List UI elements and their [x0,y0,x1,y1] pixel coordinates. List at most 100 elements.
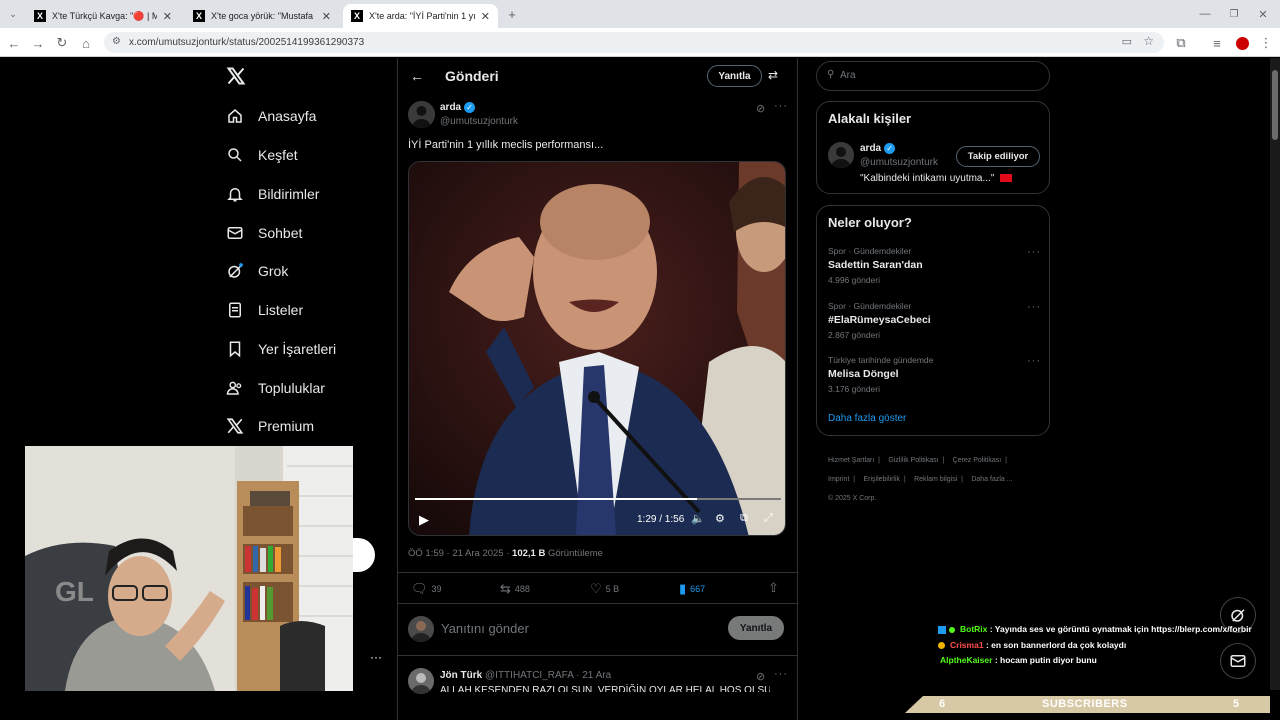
footer-link[interactable]: Imprint [828,476,849,483]
menu-icon[interactable]: ⋮ [1257,34,1275,52]
following-button[interactable]: Takip ediliyor [956,146,1040,167]
reply-time[interactable]: 21 Ara [582,670,611,681]
chat-user: AlptheKaiser [940,655,993,665]
back-icon[interactable]: ← [5,34,23,52]
filter-icon[interactable]: ⇄ [768,68,778,82]
forward-icon[interactable]: → [29,34,47,52]
trend-item[interactable]: Türkiye tarihinde gündemde Melisa Döngel… [828,355,933,394]
trend-more-icon[interactable]: ··· [1027,246,1041,258]
restore-icon[interactable]: ❐ [1225,5,1243,23]
nav-item-lists[interactable]: Listeler [226,295,303,325]
browser-tab-2[interactable]: X X'te goca yörük: "Mustafa Kema ✕ [185,4,339,28]
settings-gear-icon[interactable]: ⚙ [715,512,725,525]
media-icon[interactable]: ≡ [1208,34,1226,52]
nav-item-home[interactable]: Anasayfa [226,101,316,131]
author-handle[interactable]: @umutsuzjonturk [440,116,518,127]
like-count: 5 B [605,584,620,594]
close-window-icon[interactable]: ✕ [1254,5,1272,23]
more-options-icon[interactable]: ··· [774,100,788,112]
reply-submit-button[interactable]: Yanıtla [728,616,784,640]
messages-float-button[interactable] [1220,643,1256,679]
author-name[interactable]: arda ✓ [440,102,476,114]
copyright: © 2025 X Corp. [828,495,877,502]
search-placeholder: Ara [840,70,856,81]
footer-link[interactable]: Erişilebilirlik [863,476,900,483]
video-progress-track[interactable] [415,498,781,500]
trend-count: 4.996 gönderi [828,275,880,285]
related-handle[interactable]: @umutsuzjonturk [860,157,938,168]
footer-link[interactable]: Daha fazla ... [971,476,1012,483]
page-scrollbar[interactable] [1270,58,1280,690]
play-icon[interactable]: ▶ [419,512,429,528]
verified-badge-icon: ✓ [464,102,476,113]
search-icon [226,146,244,164]
bookmark-star-icon[interactable]: ☆ [1143,34,1154,48]
more-menu-icon[interactable]: ··· [370,650,382,664]
footer-link[interactable]: Çerez Politikası [953,457,1002,464]
search-input[interactable]: ⚲ Ara [816,61,1050,91]
site-info-icon[interactable]: ⚙ [112,36,121,47]
chat-line: BotRix : Yayında ses ve görüntü oynatmak… [938,624,1252,634]
picture-in-picture-icon[interactable]: ⧉ [740,512,748,525]
nav-item-grok[interactable]: Grok [226,256,288,286]
video-player[interactable]: ▶ 1:29 / 1:56 🔈 ⚙ ⧉ ⤢ [408,161,786,536]
post-time[interactable]: ÖÖ 1:59 · 21 Ara 2025 [408,548,504,559]
my-avatar[interactable] [408,616,434,642]
close-tab-icon[interactable]: ✕ [322,10,331,23]
extensions-icon[interactable]: ⧉ [1172,34,1190,52]
divider [398,572,797,573]
footer-link[interactable]: Reklam bilgisi [914,476,957,483]
nav-item-explore[interactable]: Keşfet [226,140,298,170]
grok-explain-icon[interactable]: ⊘ [756,670,765,683]
like-action[interactable]: ♡ 5 B [590,581,619,597]
related-avatar[interactable] [828,142,854,168]
bot-badge-icon [938,625,946,634]
browser-tab-3[interactable]: X X'te arda: "İYİ Parti'nin 1 yıllık m ✕ [343,4,498,28]
nav-item-bookmarks[interactable]: Yer İşaretleri [226,334,336,364]
reply-input[interactable]: Yanıtını gönder [441,621,529,636]
nav-item-communities[interactable]: Topluluklar [226,373,325,403]
reply-author[interactable]: Jön Türk [440,670,482,681]
trend-more-icon[interactable]: ··· [1027,301,1041,313]
close-tab-icon[interactable]: ✕ [481,10,490,23]
minimize-icon[interactable]: — [1196,5,1214,23]
post-button-edge[interactable] [350,538,375,572]
nav-item-notifications[interactable]: Bildirimler [226,179,319,209]
fullscreen-icon[interactable]: ⤢ [764,512,773,525]
back-arrow-icon[interactable]: ← [410,68,424,84]
scrollbar-thumb[interactable] [1272,70,1278,140]
bookmark-action[interactable]: ▮ 667 [679,581,705,597]
reply-author-avatar[interactable] [408,668,434,694]
trend-more-icon[interactable]: ··· [1027,355,1041,367]
footer-link[interactable]: Hizmet Şartları [828,457,874,464]
url-input[interactable]: ⚙ x.com/umutsuzjonturk/status/2002514199… [104,32,1164,53]
share-icon[interactable]: ⇧ [768,580,779,596]
new-tab-icon[interactable]: + [503,5,521,23]
x-favicon-icon: X [351,10,363,22]
tab-list-icon[interactable]: ⌄ [4,5,22,23]
header-reply-button[interactable]: Yanıtla [707,65,762,87]
volume-icon[interactable]: 🔈 [691,512,705,525]
close-tab-icon[interactable]: ✕ [163,10,172,23]
trend-item[interactable]: Spor · Gündemdekiler #ElaRümeysaCebeci 2… [828,301,931,340]
trend-item[interactable]: Spor · Gündemdekiler Sadettin Saran'dan … [828,246,923,285]
repost-action[interactable]: ⇆ 488 [500,581,530,597]
browser-tab-1[interactable]: X X'te Türkçü Kavga: "🔴 | Müsta ✕ [26,4,180,28]
reply-handle[interactable]: @ITTIHATCI_RAFA [485,670,573,681]
footer-link[interactable]: Gizlilik Politikası [888,457,938,464]
trend-count: 2.867 gönderi [828,330,880,340]
show-more-link[interactable]: Daha fazla göster [828,413,906,424]
reload-icon[interactable]: ↻ [53,34,71,52]
author-name-text: arda [440,102,462,114]
related-name[interactable]: arda ✓ [860,143,896,154]
install-app-icon[interactable]: ▭ [1122,35,1132,48]
home-button-icon[interactable]: ⌂ [77,34,95,52]
grok-explain-icon[interactable]: ⊘ [756,102,765,115]
nav-item-chat[interactable]: Sohbet [226,218,302,248]
reply-action[interactable]: 🗨 39 [411,581,442,597]
x-logo-icon[interactable] [226,66,246,86]
profile-icon[interactable] [1233,34,1251,52]
author-avatar[interactable] [408,101,435,128]
nav-item-premium[interactable]: Premium [226,411,314,441]
more-options-icon[interactable]: ··· [774,668,788,680]
